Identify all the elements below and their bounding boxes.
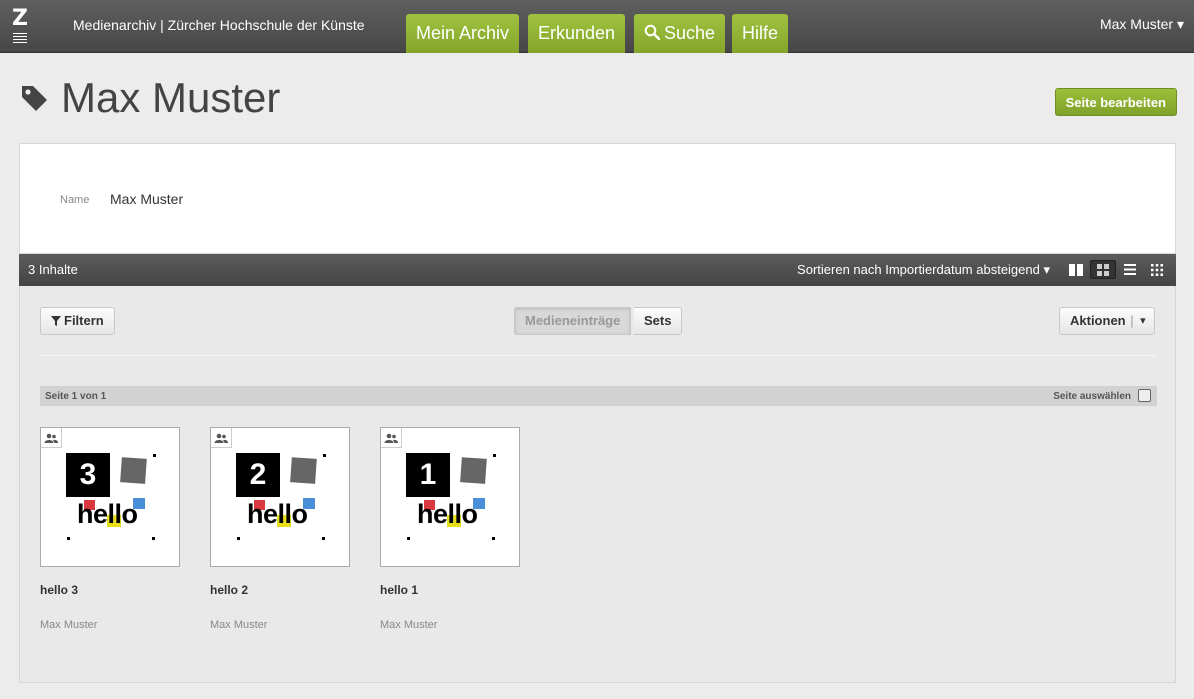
content-header-bar: 3 Inhalte Sortieren nach Importierdatum …	[19, 254, 1176, 286]
tiles-view-icon	[1069, 263, 1083, 276]
nav-erkunden[interactable]: Erkunden	[528, 14, 626, 53]
shared-users-icon	[211, 428, 232, 448]
logo-letter: Z	[12, 6, 28, 31]
divider	[40, 355, 1156, 356]
content-count: 3 Inhalte	[28, 262, 78, 277]
filter-icon	[51, 316, 61, 326]
thumbnail-art	[407, 454, 496, 540]
media-owner: Max Muster	[40, 619, 98, 631]
view-grid-button[interactable]	[1090, 260, 1116, 279]
tab-sets[interactable]: Sets	[634, 307, 683, 335]
media-thumbnail[interactable]: 3 hello	[40, 427, 180, 567]
miniature-view-icon	[1151, 263, 1163, 276]
metadata-panel: Name Max Muster	[19, 143, 1176, 254]
zhdk-logo[interactable]: Z	[12, 8, 30, 44]
chevron-down-icon: ▾	[1140, 315, 1146, 327]
media-owner: Max Muster	[380, 619, 438, 631]
media-title[interactable]: hello 1	[380, 583, 418, 597]
nav-mein-archiv[interactable]: Mein Archiv	[406, 14, 520, 53]
search-icon	[644, 24, 660, 40]
sort-dropdown[interactable]: Sortieren nach Importierdatum absteigend…	[797, 262, 1050, 278]
media-thumbnail[interactable]: 2 hello	[210, 427, 350, 567]
actions-dropdown[interactable]: Aktionen | ▾	[1059, 307, 1155, 335]
edit-page-button[interactable]: Seite bearbeiten	[1054, 88, 1177, 116]
thumbnail-word: hello	[417, 499, 478, 529]
filter-button[interactable]: Filtern	[40, 307, 115, 335]
name-label: Name	[60, 194, 90, 206]
view-tiles-button[interactable]	[1063, 260, 1089, 279]
tab-media-entries[interactable]: Medieneinträge	[514, 307, 632, 335]
shared-users-icon	[381, 428, 402, 448]
view-list-button[interactable]	[1117, 260, 1143, 279]
nav-label: Mein Archiv	[416, 23, 510, 43]
name-value: Max Muster	[110, 191, 184, 207]
logo-bars	[13, 33, 27, 43]
nav-hilfe[interactable]: Hilfe	[732, 14, 789, 53]
thumbnail-number: 2	[236, 453, 280, 497]
page-indicator: Seite 1 von 1	[45, 391, 107, 402]
media-title[interactable]: hello 2	[210, 583, 248, 597]
view-miniature-button[interactable]	[1144, 260, 1170, 279]
grid-view-icon	[1097, 263, 1109, 276]
media-title[interactable]: hello 3	[40, 583, 78, 597]
filter-label: Filtern	[64, 313, 104, 328]
thumbnail-word: hello	[77, 499, 138, 529]
media-thumbnail[interactable]: 1 hello	[380, 427, 520, 567]
site-title[interactable]: Medienarchiv | Zürcher Hochschule der Kü…	[73, 17, 365, 33]
actions-label: Aktionen	[1070, 313, 1126, 328]
thumbnail-art	[67, 454, 156, 540]
select-page-label: Seite auswählen	[1053, 391, 1131, 402]
select-page-checkbox[interactable]	[1138, 389, 1151, 402]
top-navigation-bar: Z Medienarchiv | Zürcher Hochschule der …	[0, 0, 1194, 53]
nav-label: Hilfe	[742, 23, 779, 43]
media-owner: Max Muster	[210, 619, 268, 631]
thumbnail-number: 3	[66, 453, 110, 497]
user-menu[interactable]: Max Muster ▾	[1100, 16, 1184, 33]
shared-users-icon	[41, 428, 62, 448]
thumbnail-number: 1	[406, 453, 450, 497]
page-title: Max Muster	[61, 74, 281, 121]
tag-icon	[22, 86, 47, 111]
thumbnail-art	[237, 454, 326, 540]
content-area: Filtern Medieneinträge Sets Aktionen | ▾…	[19, 286, 1176, 683]
nav-label: Suche	[664, 23, 716, 43]
nav-label: Erkunden	[538, 23, 616, 43]
list-view-icon	[1124, 264, 1136, 275]
nav-suche[interactable]: Suche	[634, 14, 726, 53]
thumbnail-word: hello	[247, 499, 308, 529]
actions-separator: |	[1130, 313, 1134, 328]
pagination-bar: Seite 1 von 1 Seite auswählen	[40, 386, 1157, 406]
